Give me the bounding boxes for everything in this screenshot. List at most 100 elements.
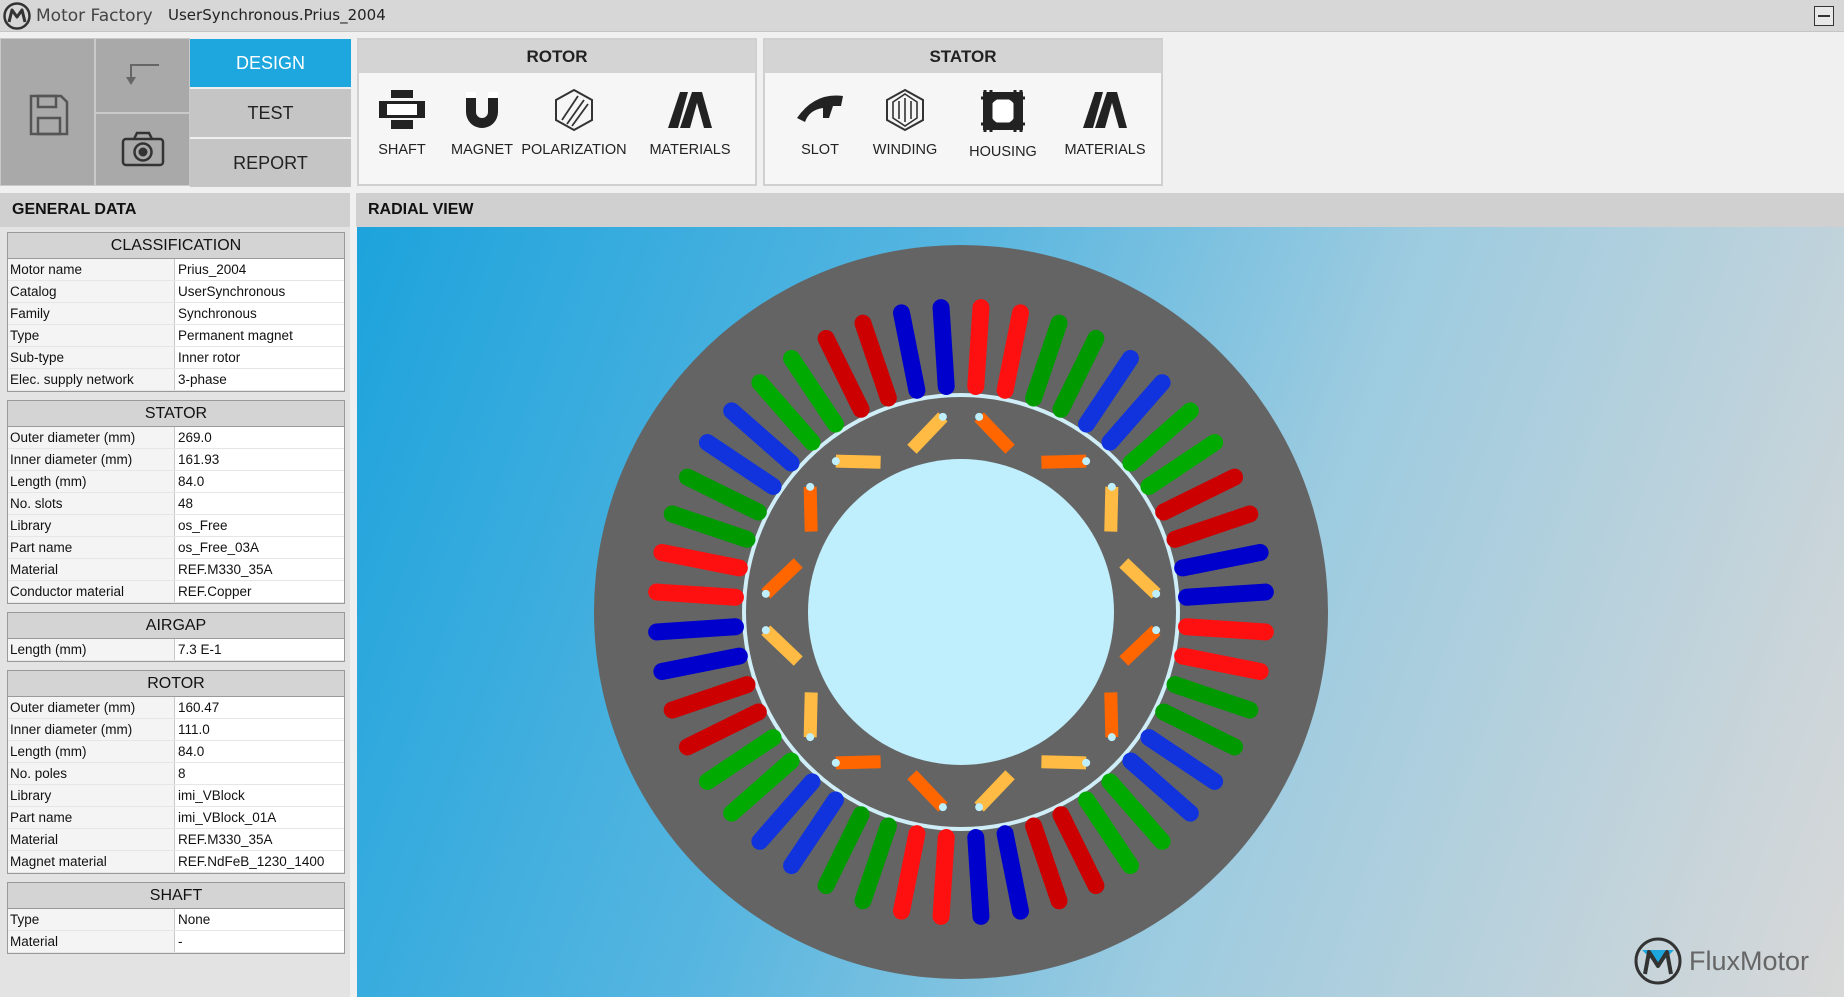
- stator-panel-title: STATOR: [765, 40, 1161, 73]
- section-title: STATOR: [8, 401, 344, 427]
- magnet-icon: [466, 92, 498, 128]
- row-value: 111.0: [178, 722, 210, 737]
- table-row: Part name os_Free_03A: [8, 537, 344, 559]
- row-key: Length (mm): [8, 639, 175, 660]
- housing-tool[interactable]: HOUSING: [955, 88, 1051, 160]
- row-value: 3-phase: [178, 372, 227, 387]
- section-title: SHAFT: [8, 883, 344, 909]
- row-value: REF.M330_35A: [178, 562, 273, 577]
- table-row: Material -: [8, 931, 344, 953]
- row-key: No. poles: [8, 763, 175, 784]
- shaft-table: SHAFT Type None Material -: [7, 882, 345, 954]
- slot-icon: [797, 95, 843, 122]
- stator-slot: [932, 299, 955, 395]
- row-value: 161.93: [178, 452, 220, 467]
- row-value: 48: [178, 496, 194, 511]
- table-row: Library os_Free: [8, 515, 344, 537]
- row-key: Magnet material: [8, 851, 175, 872]
- row-key: Material: [8, 559, 175, 580]
- row-value: 84.0: [178, 744, 205, 759]
- magnet-barrier: [761, 626, 770, 635]
- rotor-materials-tool[interactable]: MATERIALS: [629, 88, 751, 158]
- row-value: -: [178, 934, 183, 949]
- row-key: Catalog: [8, 281, 175, 302]
- save-icon: [29, 94, 69, 136]
- shaft-tool[interactable]: SHAFT: [359, 88, 445, 158]
- table-row: Material REF.M330_35A: [8, 829, 344, 851]
- fluxmotor-brand: FluxMotor: [1633, 936, 1809, 986]
- rotor-panel: ROTOR SHAFT MAGNET POLARIZATION MATERIAL…: [357, 38, 757, 186]
- magnet-tool[interactable]: MAGNET: [445, 88, 519, 158]
- table-row: No. slots 48: [8, 493, 344, 515]
- section-title: AIRGAP: [8, 613, 344, 639]
- undo-button[interactable]: [95, 38, 190, 113]
- title-bar: Motor Factory UserSynchronous.Prius_2004: [0, 0, 1844, 32]
- table-row: Length (mm) 7.3 E-1: [8, 639, 344, 661]
- row-key: Conductor material: [8, 581, 175, 602]
- row-key: Family: [8, 303, 175, 324]
- table-row: Elec. supply network 3-phase: [8, 369, 344, 391]
- row-key: Outer diameter (mm): [8, 697, 175, 718]
- table-row: Magnet material REF.NdFeB_1230_1400: [8, 851, 344, 873]
- tool-label: MATERIALS: [649, 142, 731, 158]
- magnet-barrier: [1082, 758, 1091, 767]
- winding-icon: [886, 88, 924, 132]
- magnet-barrier: [1082, 457, 1091, 466]
- stator-table: STATOR Outer diameter (mm) 269.0 Inner di…: [7, 400, 345, 604]
- rotor-magnet: [1041, 454, 1087, 469]
- rotor-magnet: [1104, 692, 1119, 738]
- row-value: Prius_2004: [178, 262, 247, 277]
- camera-icon: [121, 131, 165, 167]
- tool-label: SLOT: [801, 142, 839, 158]
- app-logo-icon: [3, 2, 31, 30]
- polarization-tool[interactable]: POLARIZATION: [519, 88, 629, 158]
- table-row: No. poles 8: [8, 763, 344, 785]
- magnet-barrier: [1107, 733, 1116, 742]
- row-value: imi_VBlock_01A: [178, 810, 277, 825]
- design-tab[interactable]: DESIGN: [190, 39, 351, 87]
- slot-tool[interactable]: SLOT: [785, 88, 855, 158]
- magnet-barrier: [938, 412, 947, 421]
- row-key: Part name: [8, 537, 175, 558]
- classification-table: CLASSIFICATION Motor name Prius_2004 Cata…: [7, 232, 345, 392]
- magnet-barrier: [806, 482, 815, 491]
- row-value: imi_VBlock: [178, 788, 245, 803]
- magnet-barrier: [1152, 589, 1161, 598]
- stator-slot: [967, 829, 990, 925]
- table-row: Inner diameter (mm) 161.93: [8, 449, 344, 471]
- row-key: Type: [8, 909, 175, 930]
- row-value: None: [178, 912, 211, 927]
- row-key: Length (mm): [8, 741, 175, 762]
- magnet-barrier: [806, 733, 815, 742]
- polarization-icon: [555, 88, 593, 132]
- winding-tool[interactable]: WINDING: [860, 88, 950, 158]
- magnet-barrier: [1152, 626, 1161, 635]
- rotor-panel-title: ROTOR: [359, 40, 755, 73]
- row-key: Part name: [8, 807, 175, 828]
- motor-cross-section: [594, 245, 1328, 979]
- stator-slot: [967, 299, 990, 395]
- row-value: 160.47: [178, 700, 220, 715]
- row-key: Motor name: [8, 259, 175, 280]
- materials-icon: [1083, 92, 1127, 128]
- row-value: REF.Copper: [178, 584, 252, 599]
- stator-materials-tool[interactable]: MATERIALS: [1055, 88, 1155, 158]
- test-tab[interactable]: TEST: [190, 89, 351, 137]
- rotor-magnet: [803, 486, 818, 532]
- row-value: 84.0: [178, 474, 205, 489]
- minimize-button[interactable]: [1814, 6, 1834, 26]
- magnet-barrier: [831, 758, 840, 767]
- radial-view-canvas[interactable]: [357, 227, 1844, 997]
- rotor-bore: [808, 459, 1114, 765]
- tool-label: SHAFT: [378, 142, 426, 158]
- table-row: Family Synchronous: [8, 303, 344, 325]
- row-value: os_Free_03A: [178, 540, 260, 555]
- housing-icon: [981, 90, 1025, 132]
- save-button[interactable]: [0, 38, 95, 186]
- table-row: Motor name Prius_2004: [8, 259, 344, 281]
- tool-label: MAGNET: [450, 142, 514, 158]
- row-key: Material: [8, 931, 175, 952]
- report-tab[interactable]: REPORT: [190, 139, 351, 187]
- screenshot-button[interactable]: [95, 113, 190, 186]
- general-data-title: GENERAL DATA: [0, 193, 350, 227]
